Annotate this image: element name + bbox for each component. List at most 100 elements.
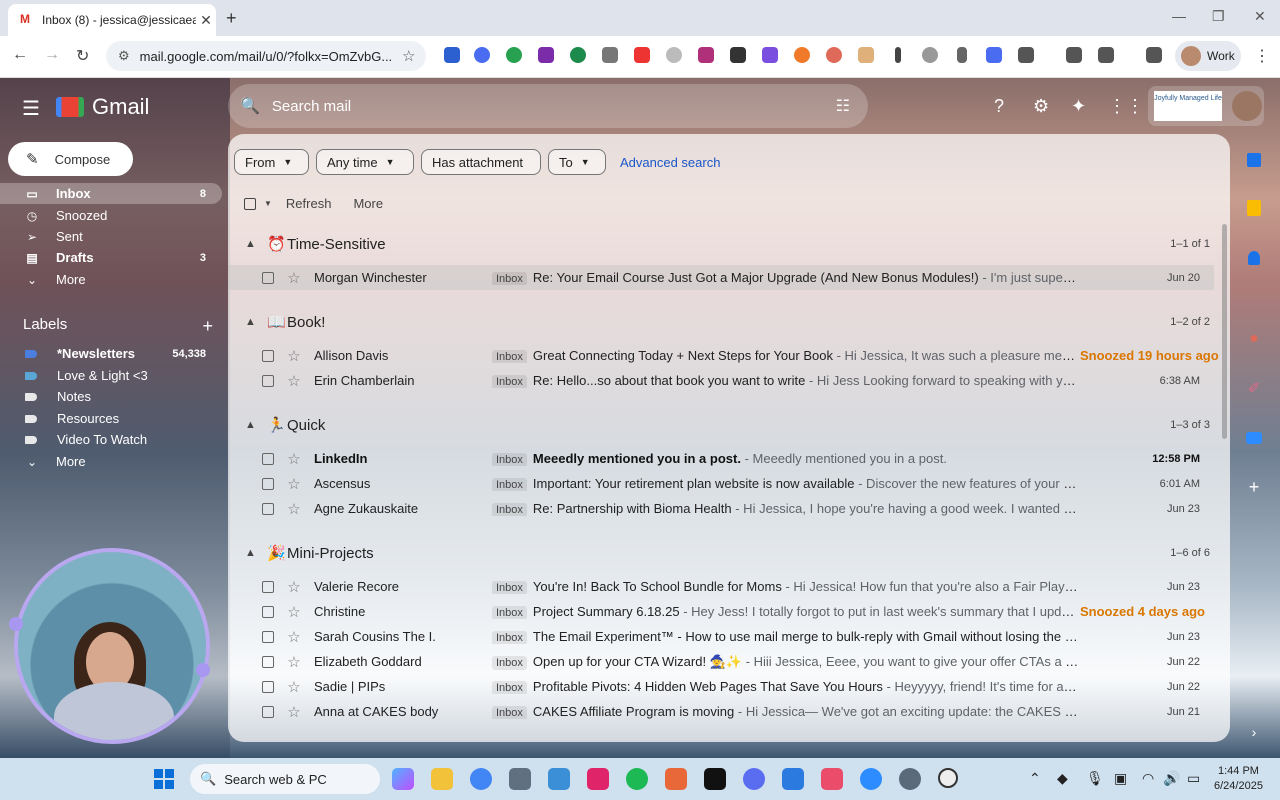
copilot-icon[interactable] — [392, 768, 414, 790]
collapse-caret-icon[interactable]: ▲ — [245, 238, 259, 250]
display-tray-icon[interactable]: ▣ — [1114, 770, 1127, 787]
microphone-icon[interactable] — [957, 47, 967, 63]
heart-app-icon[interactable] — [821, 768, 843, 790]
contacts-icon[interactable] — [1240, 244, 1268, 272]
microphone-tray-icon[interactable]: 🎙 — [1086, 770, 1104, 787]
settings-gear-icon[interactable]: ⚙ — [1033, 96, 1049, 117]
email-row[interactable]: ☆ Anna at CAKES body Inbox CAKES Affiliate … — [228, 699, 1214, 724]
filter-any-time[interactable]: Any time ▼ — [316, 149, 414, 175]
star-icon[interactable]: ☆ — [274, 653, 314, 671]
volume-icon[interactable]: 🔊 — [1163, 770, 1180, 787]
calendar-icon[interactable] — [1240, 146, 1268, 174]
close-window-icon[interactable]: ✕ — [1254, 8, 1266, 25]
claude-icon[interactable] — [665, 768, 687, 790]
extension-icon-13[interactable] — [826, 47, 842, 63]
refresh-button[interactable]: Refresh — [286, 196, 332, 211]
bubble-resize-handle[interactable] — [9, 617, 23, 631]
extension-icon-12[interactable] — [794, 47, 810, 63]
brush-icon[interactable]: ✐ — [1240, 374, 1268, 402]
row-checkbox[interactable] — [262, 374, 274, 387]
extension-icon-21[interactable] — [1098, 47, 1114, 63]
filter-from[interactable]: From ▼ — [234, 149, 309, 175]
spotify-icon[interactable] — [626, 768, 648, 790]
row-checkbox[interactable] — [262, 580, 274, 593]
star-icon[interactable]: ☆ — [274, 269, 314, 287]
new-tab-icon[interactable]: + — [226, 8, 237, 29]
star-icon[interactable]: ☆ — [274, 450, 314, 468]
email-row[interactable]: ☆ Christine Inbox Project Summary 6.18.25 -… — [228, 599, 1214, 624]
app-icon-2[interactable] — [743, 768, 765, 790]
labels-more[interactable]: ⌄ More — [0, 451, 222, 472]
extension-icon-10[interactable] — [730, 47, 746, 63]
bookmark-star-icon[interactable]: ☆ — [402, 47, 426, 65]
file-explorer-icon[interactable] — [431, 768, 453, 790]
site-info-icon[interactable]: ⚙ — [118, 48, 130, 64]
collapse-caret-icon[interactable]: ▲ — [245, 547, 259, 559]
star-icon[interactable]: ☆ — [274, 347, 314, 365]
windows-start-icon[interactable] — [154, 769, 174, 789]
email-row[interactable]: ☆ Valerie Recore Inbox You're In! Back To S… — [228, 574, 1214, 599]
row-checkbox[interactable] — [262, 680, 274, 693]
section-header[interactable]: ▲ 🏃 Quick 1–3 of 3 — [228, 413, 1230, 437]
label-video-to-watch[interactable]: Video To Watch — [0, 429, 222, 450]
extension-icon-8[interactable] — [666, 47, 682, 63]
browser-menu-icon[interactable]: ⋮ — [1254, 46, 1270, 66]
extension-icon-14[interactable] — [858, 47, 874, 63]
email-row[interactable]: ☆ Erin Chamberlain Inbox Re: Hello...so abo… — [228, 368, 1214, 393]
minimize-icon[interactable]: — — [1172, 8, 1186, 24]
advanced-search-link[interactable]: Advanced search — [620, 155, 720, 170]
collapse-caret-icon[interactable]: ▲ — [245, 316, 259, 328]
email-row[interactable]: ☆ Sadie | PIPs Inbox Profitable Pivots: 4 H… — [228, 674, 1214, 699]
label-newsletters[interactable]: *Newsletters 54,338 — [0, 343, 222, 364]
profile-button[interactable]: Work — [1175, 41, 1241, 71]
row-checkbox[interactable] — [262, 271, 274, 284]
reload-icon[interactable]: ↻ — [76, 46, 89, 66]
section-header[interactable]: ▲ 📖 Book! 1–2 of 2 — [228, 310, 1230, 334]
email-row[interactable]: ☆ LinkedIn Inbox Meeedly mentioned you in a… — [228, 446, 1214, 471]
help-icon[interactable]: ? — [994, 96, 1004, 117]
email-row[interactable]: ☆ Agne Zukauskaite Inbox Re: Partnership wi… — [228, 496, 1214, 521]
add-addon-icon[interactable]: + — [1240, 473, 1268, 501]
zoom-icon[interactable] — [1240, 424, 1268, 452]
keep-icon[interactable] — [1240, 194, 1268, 222]
extension-icon-18[interactable] — [986, 47, 1002, 63]
star-icon[interactable]: ☆ — [274, 628, 314, 646]
sidebar-item-drafts[interactable]: ▤ Drafts 3 — [0, 247, 222, 268]
extension-icon-5[interactable] — [570, 47, 586, 63]
email-row[interactable]: ☆ Allison Davis Inbox Great Connecting Toda… — [228, 343, 1219, 368]
extension-icon-3[interactable] — [506, 47, 522, 63]
extension-icon-7[interactable] — [634, 47, 650, 63]
chrome-icon[interactable] — [470, 768, 492, 790]
close-tab-icon[interactable]: ✕ — [196, 12, 216, 29]
email-row[interactable]: ☆ Morgan Winchester Inbox Re: Your Email Co… — [228, 265, 1214, 290]
compose-button[interactable]: ✎ Compose — [8, 142, 133, 176]
section-header[interactable]: ▲ ⏰ Time-Sensitive 1–1 of 1 — [228, 232, 1230, 256]
star-icon[interactable]: ☆ — [274, 703, 314, 721]
slack-icon[interactable] — [587, 768, 609, 790]
obs-icon[interactable] — [938, 768, 958, 788]
settings-app-icon[interactable] — [899, 768, 921, 790]
battery-icon[interactable]: ▭ — [1187, 770, 1200, 787]
extension-icon-9[interactable] — [698, 47, 714, 63]
search-input[interactable]: Search mail — [272, 98, 836, 115]
star-icon[interactable]: ☆ — [274, 578, 314, 596]
extensions-puzzle-icon[interactable] — [1018, 47, 1034, 63]
account-avatar[interactable] — [1232, 91, 1262, 121]
row-checkbox[interactable] — [262, 502, 274, 515]
extension-icon-15[interactable] — [895, 47, 901, 63]
email-row[interactable]: ☆ Elizabeth Goddard Inbox Open up for your … — [228, 649, 1214, 674]
search-icon[interactable]: 🔍 — [240, 96, 260, 116]
gmail-logo[interactable]: Gmail — [56, 94, 149, 120]
extension-icon-4[interactable] — [538, 47, 554, 63]
search-bar[interactable]: 🔍 Search mail ☷ — [228, 84, 868, 128]
taskbar-search[interactable]: 🔍 Search web & PC — [190, 764, 380, 794]
email-row[interactable]: ☆ Sarah Cousins The I. Inbox The Email Expe… — [228, 624, 1214, 649]
star-icon[interactable]: ☆ — [274, 603, 314, 621]
bubble-resize-handle[interactable] — [196, 663, 210, 677]
select-all-checkbox[interactable] — [244, 197, 256, 210]
row-checkbox[interactable] — [262, 349, 274, 362]
filter-to[interactable]: To ▼ — [548, 149, 606, 175]
row-checkbox[interactable] — [262, 705, 274, 718]
star-icon[interactable]: ☆ — [274, 678, 314, 696]
wifi-icon[interactable]: ◠ — [1142, 770, 1154, 787]
